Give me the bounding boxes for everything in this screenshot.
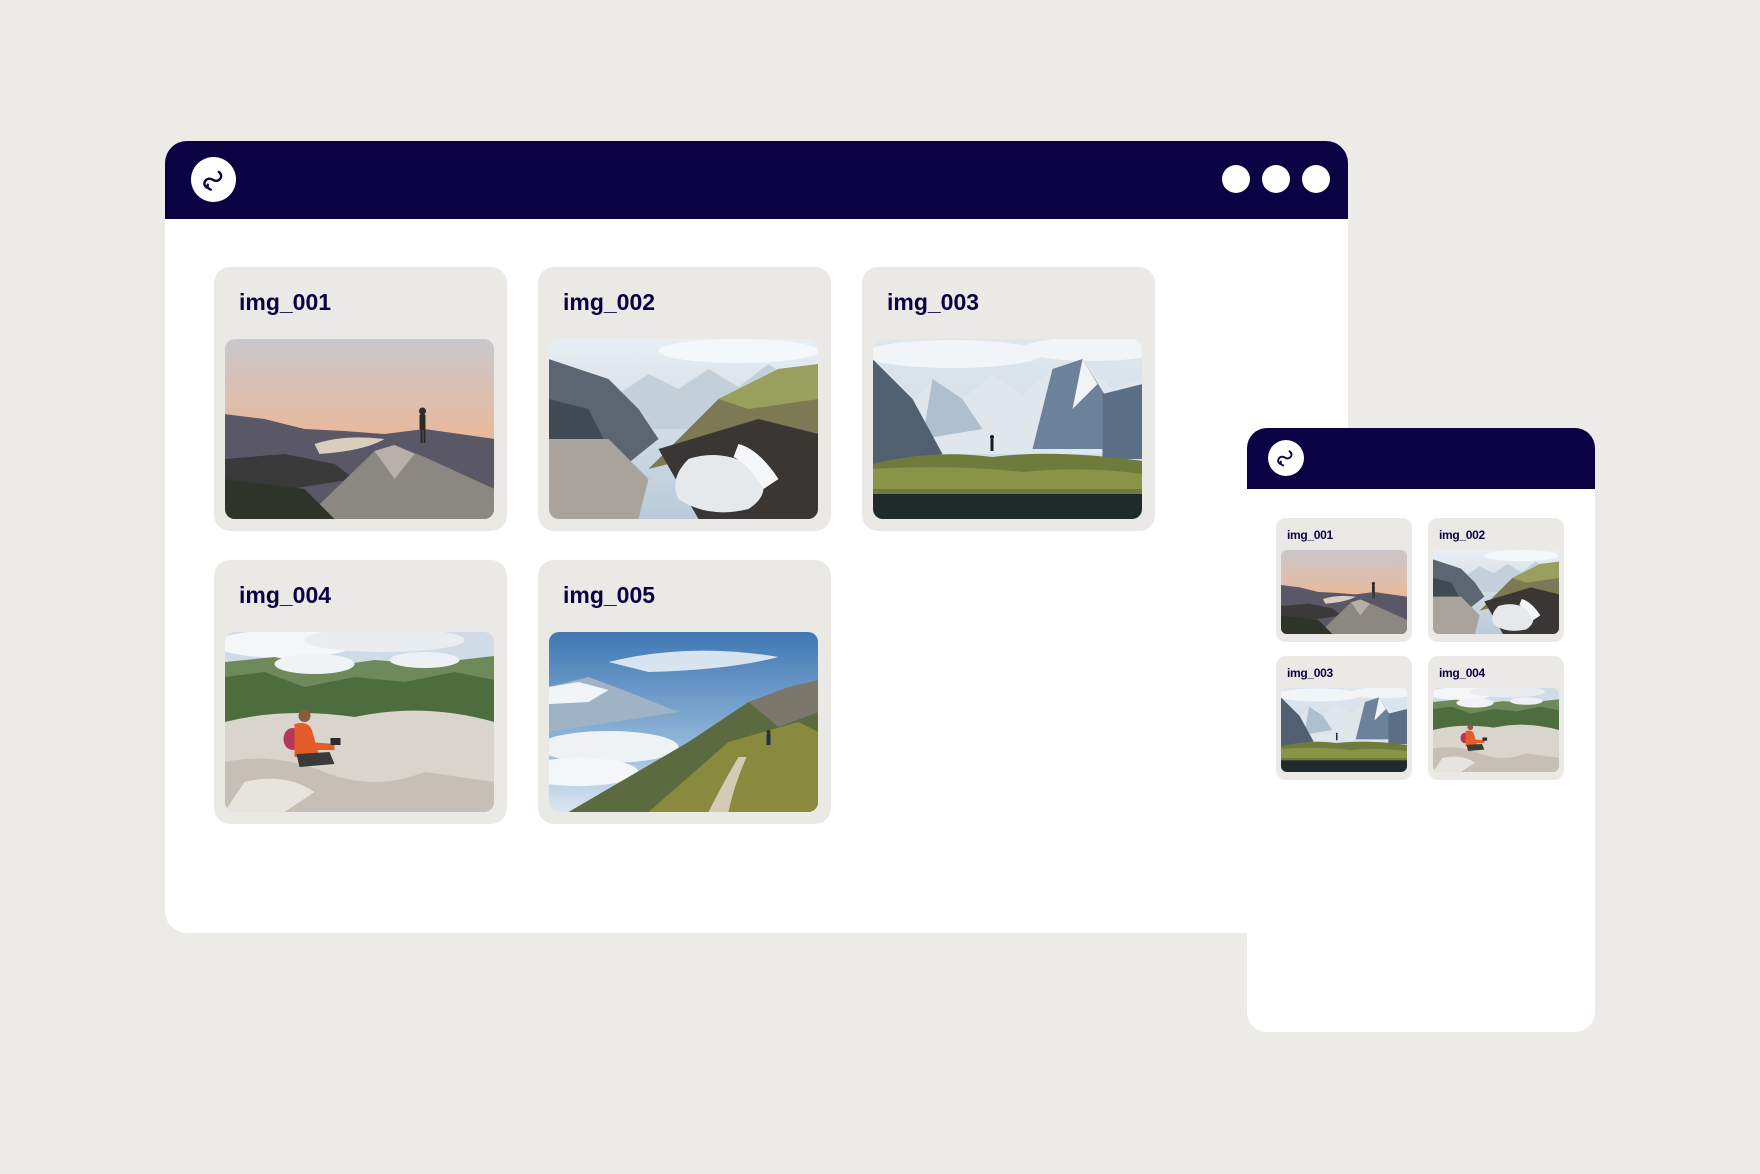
- window-control-dot-1[interactable]: [1222, 165, 1250, 193]
- image-card-label: img_003: [1287, 666, 1333, 680]
- window-control-dot-2[interactable]: [1262, 165, 1290, 193]
- logo-glyph-icon: [1273, 445, 1298, 470]
- image-card-img-004[interactable]: img_004: [214, 560, 507, 824]
- hiker-sitting-rocks-image[interactable]: [1433, 688, 1559, 772]
- mobile-window: img_001 img_002 img_003 img_004: [1247, 428, 1595, 1032]
- image-card-label: img_001: [239, 289, 332, 315]
- desktop-titlebar: [165, 141, 1348, 219]
- mountain-waterfall-image[interactable]: [1433, 550, 1559, 634]
- image-card-label: img_003: [887, 289, 980, 315]
- image-card-img-002[interactable]: img_002: [1428, 518, 1564, 642]
- image-card-label: img_002: [1439, 528, 1485, 542]
- mobile-image-grid: img_001 img_002 img_003 img_004: [1276, 518, 1564, 780]
- image-card-label: img_001: [1287, 528, 1333, 542]
- image-card-img-004[interactable]: img_004: [1428, 656, 1564, 780]
- image-card-img-003[interactable]: img_003: [862, 267, 1155, 531]
- desktop-image-grid: img_001 img_002 img_003 img_004 img_005: [214, 267, 1155, 824]
- hiker-sitting-rocks-image[interactable]: [225, 632, 494, 812]
- mobile-titlebar: [1247, 428, 1595, 489]
- desktop-window: img_001 img_002 img_003 img_004 img_005: [165, 141, 1348, 933]
- snowy-peaks-hiker-image[interactable]: [1281, 688, 1407, 772]
- image-card-img-005[interactable]: img_005: [538, 560, 831, 824]
- image-card-img-001[interactable]: img_001: [1276, 518, 1412, 642]
- logo-glyph-icon: [198, 164, 230, 196]
- window-control-dot-3[interactable]: [1302, 165, 1330, 193]
- image-card-img-001[interactable]: img_001: [214, 267, 507, 531]
- app-logo-icon[interactable]: [191, 157, 236, 202]
- window-controls: [1222, 165, 1330, 193]
- image-card-img-003[interactable]: img_003: [1276, 656, 1412, 780]
- image-card-img-002[interactable]: img_002: [538, 267, 831, 531]
- image-card-label: img_004: [1439, 666, 1485, 680]
- mountain-trail-clouds-image[interactable]: [549, 632, 818, 812]
- sunset-summit-lake-image[interactable]: [1281, 550, 1407, 634]
- image-card-label: img_004: [239, 582, 332, 608]
- app-logo-icon[interactable]: [1268, 440, 1304, 476]
- snowy-peaks-hiker-image[interactable]: [873, 339, 1142, 519]
- image-card-label: img_005: [563, 582, 656, 608]
- mountain-waterfall-image[interactable]: [549, 339, 818, 519]
- sunset-summit-lake-image[interactable]: [225, 339, 494, 519]
- image-card-label: img_002: [563, 289, 656, 315]
